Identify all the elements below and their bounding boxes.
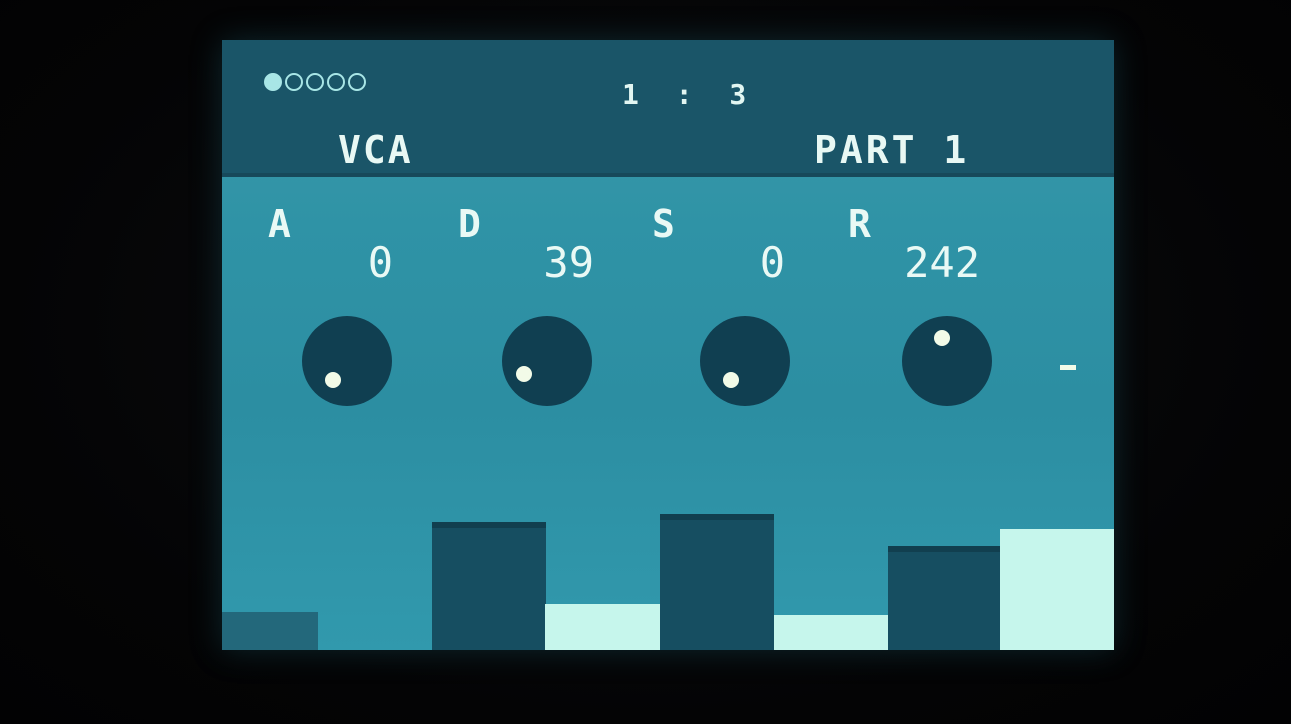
part-label: PART 1 [814, 128, 970, 172]
release-knob[interactable] [902, 316, 992, 406]
page-dot-5 [348, 73, 366, 91]
param-sustain-value: 0 [759, 238, 785, 287]
bar-cap [888, 546, 1000, 552]
lcd-screen: 1 : 3 VCA PART 1 A 0 D 39 S 0 R 242 [222, 40, 1114, 650]
attack-knob[interactable] [302, 316, 392, 406]
page-title: VCA [338, 128, 413, 172]
param-decay-value: 39 [543, 238, 594, 287]
param-release-value: 242 [904, 238, 980, 287]
page-dot-3 [306, 73, 324, 91]
knob-indicator [723, 372, 739, 388]
step-position: 1 : 3 [622, 78, 757, 111]
envelope-bar-2 [432, 522, 546, 650]
envelope-bar-4 [660, 514, 774, 650]
page-dot-2 [285, 73, 303, 91]
page-dot-1 [264, 73, 282, 91]
envelope-bar-3 [545, 604, 660, 650]
sustain-knob[interactable] [700, 316, 790, 406]
param-attack-value: 0 [367, 238, 393, 287]
page-dot-4 [327, 73, 345, 91]
envelope-bar-5 [774, 615, 890, 650]
envelope-bar-7 [1000, 529, 1114, 650]
bar-cap [660, 514, 774, 520]
knob-indicator [516, 366, 532, 382]
knob-indicator [325, 372, 341, 388]
decay-knob[interactable] [502, 316, 592, 406]
envelope-bar-1 [222, 612, 318, 650]
bar-cap [432, 522, 546, 528]
scroll-marker [1060, 365, 1076, 370]
header-divider [222, 173, 1114, 177]
page-indicator [264, 73, 366, 91]
knob-indicator [934, 330, 950, 346]
envelope-bar-6 [888, 546, 1000, 650]
